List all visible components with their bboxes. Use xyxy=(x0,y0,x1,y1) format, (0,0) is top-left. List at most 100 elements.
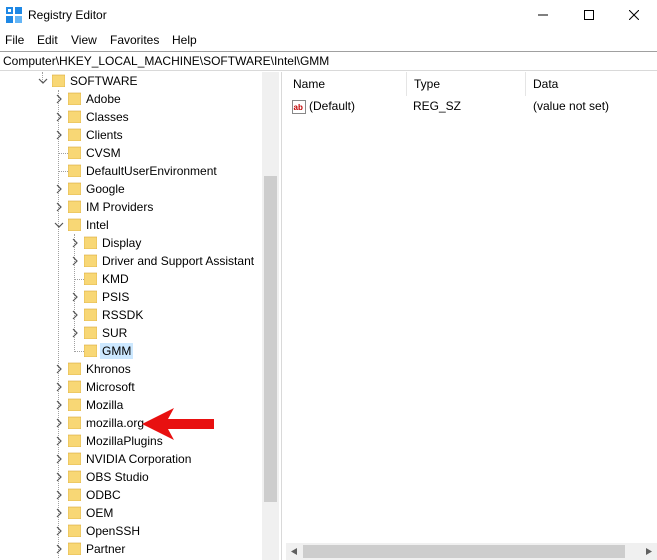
column-header-name[interactable]: Name xyxy=(286,72,407,96)
tree-item-gmm[interactable]: GMM xyxy=(0,342,262,360)
tree-item-obs-studio[interactable]: OBS Studio xyxy=(0,468,262,486)
menu-file[interactable]: File xyxy=(5,33,24,47)
address-path[interactable]: Computer\HKEY_LOCAL_MACHINE\SOFTWARE\Int… xyxy=(3,54,329,68)
maximize-button[interactable] xyxy=(566,0,612,30)
chevron-right-icon[interactable] xyxy=(54,418,64,428)
chevron-right-icon[interactable] xyxy=(54,490,64,500)
tree-item-label: PSIS xyxy=(102,290,130,304)
menu-edit[interactable]: Edit xyxy=(37,33,58,47)
tree-vertical-scrollbar[interactable] xyxy=(262,72,279,560)
tree-item-label: Clients xyxy=(86,128,123,142)
tree-item-defaultuserenvironment[interactable]: DefaultUserEnvironment xyxy=(0,162,262,180)
column-header-type[interactable]: Type xyxy=(407,72,526,96)
chevron-right-icon[interactable] xyxy=(54,508,64,518)
minimize-button[interactable] xyxy=(520,0,566,30)
chevron-right-icon[interactable] xyxy=(54,382,64,392)
chevron-right-icon[interactable] xyxy=(70,328,80,338)
chevron-right-icon[interactable] xyxy=(70,238,80,248)
values-list[interactable]: Name Type Data ab (Default) REG_SZ (valu… xyxy=(286,72,657,560)
tree-item-adobe[interactable]: Adobe xyxy=(0,90,262,108)
tree-item-label: OpenSSH xyxy=(86,524,141,538)
tree-item-partner[interactable]: Partner xyxy=(0,540,262,558)
tree-item-intel[interactable]: Intel xyxy=(0,216,262,234)
tree-item-label: IM Providers xyxy=(86,200,154,214)
tree-item-label: KMD xyxy=(102,272,129,286)
minimize-icon xyxy=(538,14,548,16)
tree-item-label: CVSM xyxy=(86,146,121,160)
menu-help[interactable]: Help xyxy=(172,33,197,47)
tree-item-sur[interactable]: SUR xyxy=(0,324,262,342)
chevron-right-icon[interactable] xyxy=(54,400,64,410)
tree-item-label: ODBC xyxy=(86,488,121,502)
tree-item-cvsm[interactable]: CVSM xyxy=(0,144,262,162)
tree-item-openssh[interactable]: OpenSSH xyxy=(0,522,262,540)
tree-item-label: Khronos xyxy=(86,362,131,376)
folder-icon xyxy=(84,344,97,357)
chevron-right-icon[interactable] xyxy=(70,310,80,320)
maximize-icon xyxy=(584,10,594,20)
menu-favorites[interactable]: Favorites xyxy=(110,33,159,47)
chevron-right-icon[interactable] xyxy=(54,202,64,212)
tree-scroll-thumb[interactable] xyxy=(264,176,277,502)
chevron-down-icon[interactable] xyxy=(54,220,64,230)
tree-item-label: OEM xyxy=(86,506,114,520)
tree-item-psis[interactable]: PSIS xyxy=(0,288,262,306)
chevron-right-icon[interactable] xyxy=(54,544,64,554)
chevron-right-icon[interactable] xyxy=(54,130,64,140)
tree-item-mozilla-org[interactable]: mozilla.org xyxy=(0,414,262,432)
key-tree[interactable]: SOFTWARE Adobe Classes Clients CVSM DefaultUs… xyxy=(0,72,281,560)
chevron-right-icon[interactable] xyxy=(54,364,64,374)
folder-icon xyxy=(68,110,81,123)
title-bar: Registry Editor xyxy=(0,0,657,30)
tree-item-mozillaplugins[interactable]: MozillaPlugins xyxy=(0,432,262,450)
tree-item-label: Partner xyxy=(86,542,126,556)
folder-icon xyxy=(68,128,81,141)
tree-item-khronos[interactable]: Khronos xyxy=(0,360,262,378)
folder-icon xyxy=(68,362,81,375)
folder-icon xyxy=(68,524,81,537)
tree-item-label: Google xyxy=(86,182,125,196)
chevron-right-icon[interactable] xyxy=(54,94,64,104)
tree-item-label: RSSDK xyxy=(102,308,144,322)
tree-item-mozilla[interactable]: Mozilla xyxy=(0,396,262,414)
value-type: REG_SZ xyxy=(413,99,462,113)
column-header-data[interactable]: Data xyxy=(526,72,657,96)
chevron-right-icon[interactable] xyxy=(54,112,64,122)
tree-item-nvidia-corporation[interactable]: NVIDIA Corporation xyxy=(0,450,262,468)
tree-item-rssdk[interactable]: RSSDK xyxy=(0,306,262,324)
tree-item-google[interactable]: Google xyxy=(0,180,262,198)
chevron-right-icon[interactable] xyxy=(54,436,64,446)
chevron-down-icon[interactable] xyxy=(38,76,48,86)
tree-item-label: Mozilla xyxy=(86,398,124,412)
pane-splitter[interactable] xyxy=(281,72,285,560)
list-scroll-thumb[interactable] xyxy=(303,545,625,558)
chevron-right-icon[interactable] xyxy=(70,256,80,266)
folder-icon xyxy=(68,398,81,411)
scroll-right-icon[interactable] xyxy=(646,548,652,555)
list-horizontal-scrollbar[interactable] xyxy=(286,543,657,560)
tree-item-im-providers[interactable]: IM Providers xyxy=(0,198,262,216)
chevron-right-icon[interactable] xyxy=(54,526,64,536)
value-row[interactable]: ab (Default) REG_SZ (value not set) xyxy=(286,98,657,116)
tree-item-kmd[interactable]: KMD xyxy=(0,270,262,288)
tree-item-label: mozilla.org xyxy=(86,416,145,430)
chevron-right-icon[interactable] xyxy=(54,472,64,482)
tree-item-driver-and-support-assistant[interactable]: Driver and Support Assistant xyxy=(0,252,262,270)
tree-item-microsoft[interactable]: Microsoft xyxy=(0,378,262,396)
tree-item-clients[interactable]: Clients xyxy=(0,126,262,144)
close-button[interactable] xyxy=(611,0,657,30)
menu-view[interactable]: View xyxy=(71,33,97,47)
chevron-right-icon[interactable] xyxy=(54,454,64,464)
tree-item-classes[interactable]: Classes xyxy=(0,108,262,126)
chevron-right-icon[interactable] xyxy=(70,292,80,302)
value-data: (value not set) xyxy=(533,99,610,113)
window-title: Registry Editor xyxy=(28,8,107,22)
scroll-left-icon[interactable] xyxy=(291,548,297,555)
tree-item-software[interactable]: SOFTWARE xyxy=(0,72,262,90)
tree-item-odbc[interactable]: ODBC xyxy=(0,486,262,504)
tree-item-oem[interactable]: OEM xyxy=(0,504,262,522)
address-bar[interactable]: Computer\HKEY_LOCAL_MACHINE\SOFTWARE\Int… xyxy=(0,51,657,71)
tree-item-display[interactable]: Display xyxy=(0,234,262,252)
folder-icon xyxy=(68,218,81,231)
chevron-right-icon[interactable] xyxy=(54,184,64,194)
